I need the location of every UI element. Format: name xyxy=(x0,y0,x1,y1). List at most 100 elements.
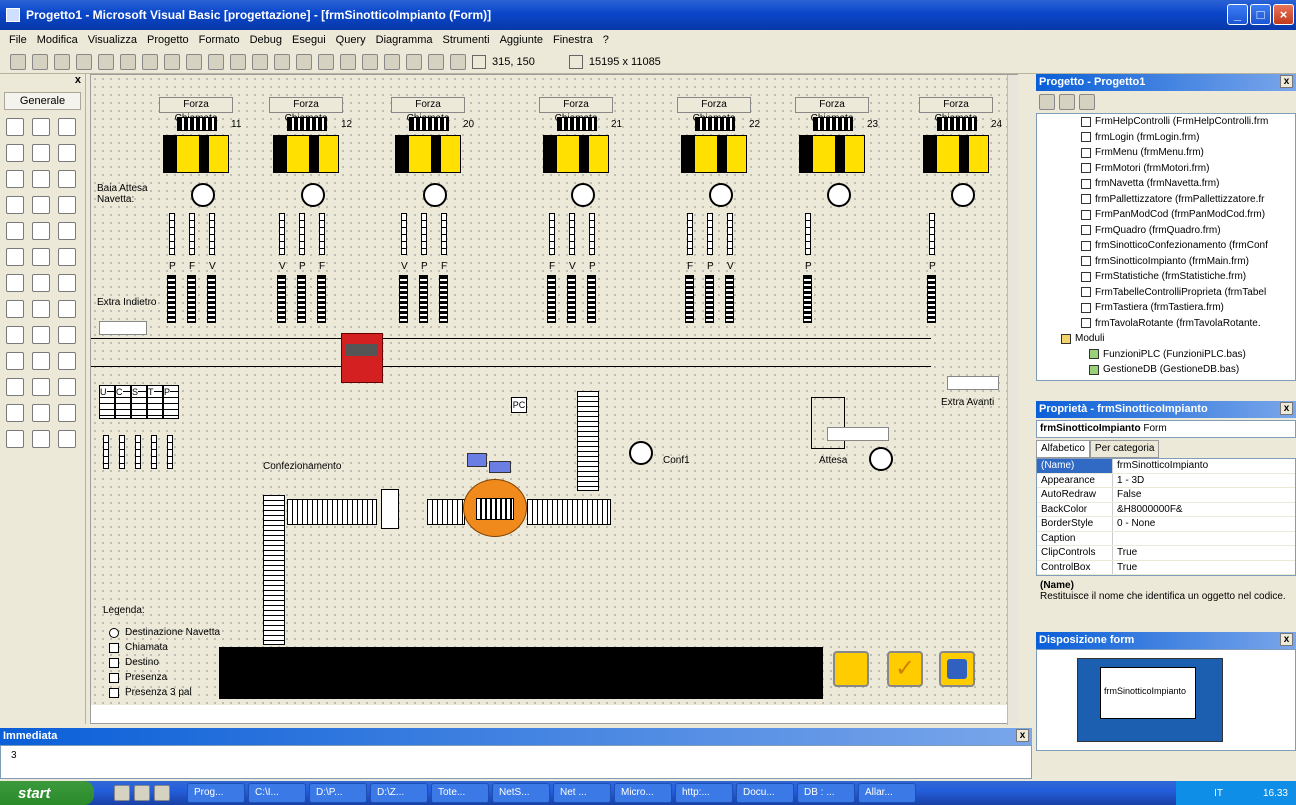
toolbox-control-icon[interactable] xyxy=(32,196,50,214)
project-tree-form-item[interactable]: frmNavetta (frmNavetta.frm) xyxy=(1037,176,1295,192)
project-tree-form-item[interactable]: FrmTastiera (frmTastiera.frm) xyxy=(1037,300,1295,316)
forza-chiamata-button[interactable]: Forza Chiamata xyxy=(539,97,613,124)
exit-button[interactable] xyxy=(833,651,869,687)
toolbox-control-icon[interactable] xyxy=(6,118,24,136)
toolbox-control-icon[interactable] xyxy=(58,352,76,370)
designer-vertical-scrollbar[interactable] xyxy=(1007,75,1019,725)
immediate-close[interactable]: x xyxy=(1016,729,1029,742)
toolbox-control-icon[interactable] xyxy=(58,196,76,214)
run-icon[interactable] xyxy=(252,53,268,70)
toolbox-control-icon[interactable] xyxy=(58,144,76,162)
property-row[interactable]: Caption xyxy=(1037,531,1295,546)
property-row[interactable]: AutoRedraw False xyxy=(1037,488,1295,503)
open-icon[interactable] xyxy=(76,53,92,70)
toolbox-control-icon[interactable] xyxy=(6,248,24,266)
window-titlebar[interactable]: Progetto1 - Microsoft Visual Basic [prog… xyxy=(0,0,1296,30)
toolbox-control-icon[interactable] xyxy=(6,404,24,422)
toolbox-control-icon[interactable] xyxy=(32,430,50,448)
add-project-icon[interactable] xyxy=(10,53,26,70)
forza-chiamata-button[interactable]: Forza Chiamata xyxy=(677,97,751,124)
menu-12[interactable]: ? xyxy=(598,34,614,46)
project-tree-form-item[interactable]: frmSinotticoConfezionamento (frmConf xyxy=(1037,238,1295,254)
project-tree-form-item[interactable]: frmPallettizzatore (frmPallettizzatore.f… xyxy=(1037,192,1295,208)
forza-chiamata-button[interactable]: Forza Chiamata xyxy=(919,97,993,124)
layout-form-preview[interactable]: frmSinotticoImpianto xyxy=(1100,667,1196,719)
form-canvas[interactable]: Forza Chiamata11PFVForza Chiamata12VPFFo… xyxy=(91,75,1007,705)
outlook-quicklaunch-icon[interactable] xyxy=(134,785,150,801)
rotating-table[interactable] xyxy=(463,479,527,537)
forza-chiamata-button[interactable]: Forza Chiamata xyxy=(391,97,465,124)
property-row[interactable]: BackColor &H8000000F& xyxy=(1037,502,1295,517)
paste-icon[interactable] xyxy=(164,53,180,70)
confirm-button[interactable]: ✓ xyxy=(887,651,923,687)
bay-shuttle-circle[interactable] xyxy=(301,183,325,207)
toolbox-control-icon[interactable] xyxy=(58,222,76,240)
bay-machine-icon[interactable] xyxy=(681,117,747,175)
bay-machine-icon[interactable] xyxy=(923,117,989,175)
project-tree-module-item[interactable]: GestioneDB (GestioneDB.bas) xyxy=(1037,362,1295,378)
palletizer-stack[interactable]: P xyxy=(163,385,179,419)
toolbox-control-icon[interactable] xyxy=(6,144,24,162)
find-icon[interactable] xyxy=(186,53,202,70)
project-tree-form-item[interactable]: FrmMotori (frmMotori.frm) xyxy=(1037,161,1295,177)
toolbox-control-icon[interactable] xyxy=(32,274,50,292)
project-tree-form-item[interactable]: FrmTabelleControlliProprieta (frmTabel xyxy=(1037,285,1295,301)
taskbar-button[interactable]: C:\I... xyxy=(248,783,306,803)
redo-icon[interactable] xyxy=(230,53,246,70)
properties-icon[interactable] xyxy=(340,53,356,70)
palletizer-stack[interactable]: C xyxy=(115,385,131,419)
pause-icon[interactable] xyxy=(274,53,290,70)
toolbox-control-icon[interactable] xyxy=(58,248,76,266)
bay-machine-icon[interactable] xyxy=(395,117,461,175)
taskbar-button[interactable]: Tote... xyxy=(431,783,489,803)
bay-shuttle-circle[interactable] xyxy=(571,183,595,207)
data-view-icon[interactable] xyxy=(428,53,444,70)
property-row[interactable]: (Name) frmSinotticoImpianto xyxy=(1037,459,1295,474)
project-tree-form-item[interactable]: frmSinotticoImpianto (frmMain.frm) xyxy=(1037,254,1295,270)
taskbar-button[interactable]: D:\P... xyxy=(309,783,367,803)
taskbar-button[interactable]: NetS... xyxy=(492,783,550,803)
project-tree-form-item[interactable]: FrmPanModCod (frmPanModCod.frm) xyxy=(1037,207,1295,223)
properties-close[interactable]: x xyxy=(1280,402,1293,415)
toolbox-icon[interactable] xyxy=(406,53,422,70)
pc-box[interactable]: PC xyxy=(511,397,527,413)
form-layout-close[interactable]: x xyxy=(1280,633,1293,646)
property-value[interactable]: False xyxy=(1113,488,1295,502)
toolbox-control-icon[interactable] xyxy=(32,404,50,422)
taskbar-button[interactable]: Net ... xyxy=(553,783,611,803)
property-row[interactable]: ControlBox True xyxy=(1037,560,1295,575)
home-button[interactable] xyxy=(939,651,975,687)
cut-icon[interactable] xyxy=(120,53,136,70)
project-tree-form-item[interactable]: FrmQuadro (frmQuadro.frm) xyxy=(1037,223,1295,239)
property-value[interactable]: True xyxy=(1113,560,1295,574)
project-tree-module-item[interactable]: ModuloGen (ModuloGen.bas) xyxy=(1037,378,1295,381)
shuttle-vehicle[interactable] xyxy=(341,333,383,383)
menu-9[interactable]: Strumenti xyxy=(437,34,494,46)
project-tree-form-item[interactable]: FrmHelpControlli (FrmHelpControlli.frm xyxy=(1037,114,1295,130)
menu-7[interactable]: Query xyxy=(331,34,371,46)
palletizer-stack[interactable]: S xyxy=(131,385,147,419)
taskbar-button[interactable]: Micro... xyxy=(614,783,672,803)
bay-shuttle-circle[interactable] xyxy=(709,183,733,207)
project-tree-form-item[interactable]: FrmMenu (frmMenu.frm) xyxy=(1037,145,1295,161)
toolbox-control-icon[interactable] xyxy=(6,196,24,214)
palletizer-stack[interactable]: T xyxy=(147,385,163,419)
palletizer-stack[interactable]: U xyxy=(99,385,115,419)
tab-per-categoria[interactable]: Per categoria xyxy=(1089,440,1160,458)
view-code-icon[interactable] xyxy=(1039,94,1055,110)
toolbox-control-icon[interactable] xyxy=(32,118,50,136)
taskbar-button[interactable]: DB : ... xyxy=(797,783,855,803)
toolbox-control-icon[interactable] xyxy=(6,222,24,240)
toolbox-control-icon[interactable] xyxy=(58,274,76,292)
add-form-icon[interactable] xyxy=(32,53,48,70)
toolbox-control-icon[interactable] xyxy=(32,248,50,266)
project-explorer-icon[interactable] xyxy=(318,53,334,70)
menu-6[interactable]: Esegui xyxy=(287,34,331,46)
tab-alfabetico[interactable]: Alfabetico xyxy=(1036,440,1090,458)
toggle-folders-icon[interactable] xyxy=(1079,94,1095,110)
toolbox-control-icon[interactable] xyxy=(32,170,50,188)
bay-shuttle-circle[interactable] xyxy=(191,183,215,207)
stop-icon[interactable] xyxy=(296,53,312,70)
project-tree-form-item[interactable]: frmLogin (frmLogin.frm) xyxy=(1037,130,1295,146)
property-value[interactable]: &H8000000F& xyxy=(1113,502,1295,516)
